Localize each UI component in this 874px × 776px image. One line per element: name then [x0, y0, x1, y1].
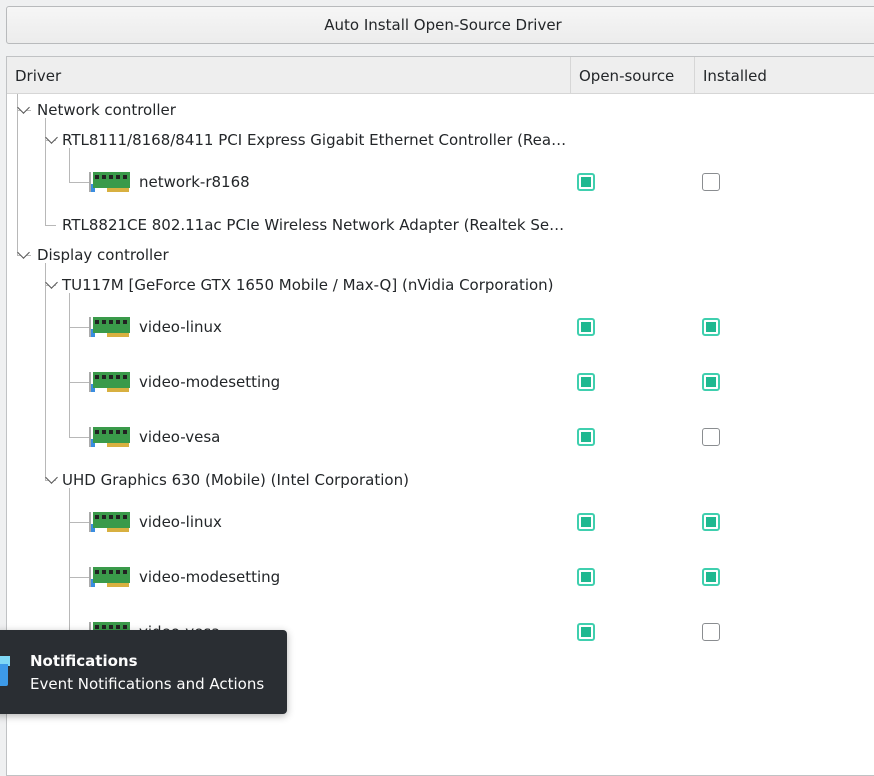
tree-item-label: video-modesetting	[139, 373, 281, 391]
installed-checkbox[interactable]	[702, 568, 720, 586]
network-card-icon	[89, 565, 131, 589]
tree-connector	[45, 285, 46, 480]
tree-item-label: Network controller	[37, 101, 176, 119]
notification-tooltip: Notifications Event Notifications and Ac…	[0, 630, 287, 714]
network-card-icon	[89, 425, 131, 449]
open-source-checkbox[interactable]	[577, 513, 595, 531]
auto-install-label: Auto Install Open-Source Driver	[324, 16, 562, 34]
tree-row[interactable]	[7, 162, 874, 202]
open-source-checkbox[interactable]	[577, 373, 595, 391]
network-card-icon	[89, 370, 131, 394]
tree-row[interactable]	[7, 417, 874, 457]
tree-item-label: TU117M [GeForce GTX 1650 Mobile / Max-Q]…	[62, 276, 554, 294]
open-source-checkbox[interactable]	[577, 173, 595, 191]
installed-checkbox[interactable]	[702, 318, 720, 336]
tree-row[interactable]	[7, 307, 874, 347]
tree-item-label: RTL8821CE 802.11ac PCIe Wireless Network…	[62, 216, 565, 234]
tree-item-label: Display controller	[37, 246, 169, 264]
column-header-open-source[interactable]: Open-source	[571, 57, 695, 93]
column-header-driver[interactable]: Driver	[7, 57, 571, 93]
notifications-icon	[0, 656, 10, 686]
open-source-checkbox[interactable]	[577, 428, 595, 446]
network-card-icon	[89, 315, 131, 339]
notification-subtitle: Event Notifications and Actions	[30, 675, 265, 693]
tree-item-label: network-r8168	[139, 173, 250, 191]
notification-title: Notifications	[30, 652, 138, 670]
tree-item-label: video-modesetting	[139, 568, 281, 586]
auto-install-open-source-driver-button[interactable]: Auto Install Open-Source Driver	[6, 6, 874, 44]
tree-item-label: UHD Graphics 630 (Mobile) (Intel Corpora…	[62, 471, 409, 489]
installed-checkbox[interactable]	[702, 623, 720, 641]
installed-checkbox[interactable]	[702, 373, 720, 391]
installed-checkbox[interactable]	[702, 513, 720, 531]
tree-item-label: RTL8111/8168/8411 PCI Express Gigabit Et…	[62, 131, 567, 149]
open-source-checkbox[interactable]	[577, 623, 595, 641]
tree-row[interactable]	[7, 502, 874, 542]
column-header-installed[interactable]: Installed	[695, 57, 874, 93]
tree-item-label: video-linux	[139, 513, 222, 531]
installed-checkbox[interactable]	[702, 173, 720, 191]
tree-row[interactable]	[7, 362, 874, 402]
tree-item-label: video-linux	[139, 318, 222, 336]
tree-row[interactable]	[7, 557, 874, 597]
open-source-checkbox[interactable]	[577, 318, 595, 336]
tree-header: Driver Open-source Installed	[7, 57, 874, 94]
network-card-icon	[89, 170, 131, 194]
tree-connector	[17, 110, 18, 255]
open-source-checkbox[interactable]	[577, 568, 595, 586]
network-card-icon	[89, 510, 131, 534]
tree-item-label: video-vesa	[139, 428, 221, 446]
installed-checkbox[interactable]	[702, 428, 720, 446]
